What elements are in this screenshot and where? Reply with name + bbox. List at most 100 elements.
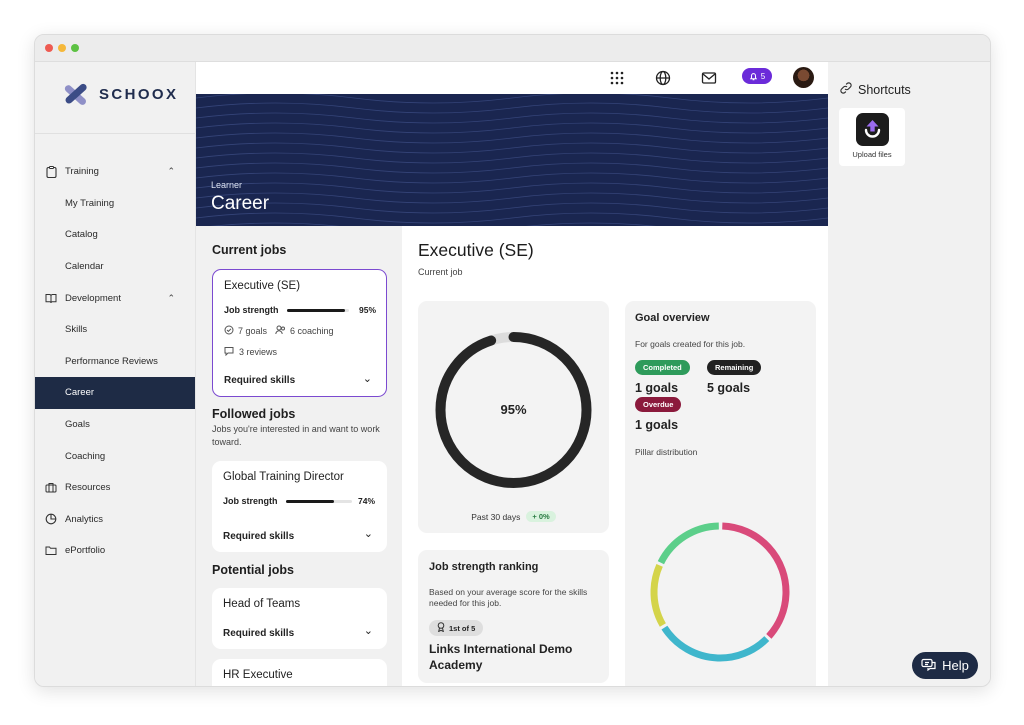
goal-overview-title: Goal overview	[635, 312, 710, 324]
pillar-distribution-donut	[650, 522, 790, 662]
job-strength-percent: 95%	[500, 402, 527, 417]
goal-overview-card: Goal overview For goals created for this…	[625, 301, 816, 686]
top-bar: 5	[196, 62, 828, 94]
sidebar-item-label: Resources	[65, 482, 111, 494]
chevron-down-icon[interactable]: ⌄	[364, 624, 373, 637]
job-detail-title: Executive (SE)	[418, 240, 534, 260]
sidebar-item-catalog[interactable]: Catalog	[35, 219, 195, 251]
help-chat-icon	[921, 658, 937, 674]
jobs-column: Current jobs Executive (SE) Job strength…	[196, 226, 402, 686]
sidebar-item-label: Performance Reviews	[65, 355, 158, 367]
bell-icon	[749, 72, 757, 80]
ranking-description: Based on your average score for the skil…	[429, 587, 588, 608]
sidebar-item-resources[interactable]: Resources	[35, 472, 195, 504]
ranking-position: 1st of 5	[449, 623, 476, 633]
notifications-button[interactable]: 5	[742, 68, 772, 84]
sidebar-item-analytics[interactable]: Analytics	[35, 504, 195, 536]
overdue-badge: Overdue	[635, 397, 682, 412]
ranking-title: Job strength ranking	[429, 561, 539, 573]
award-icon	[437, 622, 445, 634]
sidebar-item-label: Analytics	[65, 513, 104, 525]
job-strength-donut	[435, 332, 592, 488]
mail-icon[interactable]	[701, 70, 717, 86]
brand-logo[interactable]: SCHOOX	[61, 81, 178, 107]
sidebar-item-eportfolio[interactable]: ePortfolio	[35, 535, 195, 567]
sidebar-nav: Training ⌃ My Training Catalog Calendar …	[35, 156, 195, 567]
goals-count: 7 goals	[238, 326, 268, 336]
goal-overview-description: For goals created for this job.	[635, 339, 746, 349]
upload-files-shortcut[interactable]: Upload files	[839, 108, 905, 166]
completed-badge: Completed	[635, 360, 690, 375]
close-window-dot[interactable]	[45, 44, 53, 52]
current-jobs-heading: Current jobs	[212, 243, 287, 257]
sidebar: SCHOOX Training ⌃ My Training Catalog Ca…	[35, 62, 196, 686]
upload-files-label: Upload files	[852, 150, 892, 159]
pie-chart-icon	[45, 513, 57, 525]
ranking-badge: 1st of 5	[429, 620, 484, 636]
job-title: HR Executive	[223, 669, 293, 681]
window-titlebar	[35, 35, 990, 62]
followed-jobs-description: Jobs you're interested in and want to wo…	[212, 424, 380, 447]
sidebar-item-label: Calendar	[65, 261, 104, 273]
sidebar-item-goals[interactable]: Goals	[35, 409, 195, 441]
sidebar-item-career[interactable]: Career	[35, 377, 195, 409]
followed-job-card[interactable]: Global Training Director Job strength 74…	[212, 461, 387, 552]
job-strength-bar	[285, 499, 352, 503]
sidebar-item-label: Development	[65, 292, 121, 304]
sidebar-item-label: Skills	[65, 324, 88, 336]
job-strength-value: 74%	[357, 496, 375, 506]
shortcuts-panel: Shortcuts Upload files	[828, 62, 990, 686]
help-button[interactable]: Help	[912, 652, 978, 679]
upload-icon	[856, 113, 889, 146]
sidebar-item-label: Catalog	[65, 229, 98, 241]
sidebar-item-label: Career	[65, 387, 95, 399]
job-strength-card: 95% Past 30 days + 0%	[418, 301, 609, 533]
completed-goals-count: 1 goals	[635, 381, 679, 395]
chevron-down-icon[interactable]: ⌄	[364, 527, 373, 540]
sidebar-item-coaching[interactable]: Coaching	[35, 440, 195, 472]
required-skills-toggle[interactable]: Required skills	[223, 531, 294, 542]
sidebar-item-performance-reviews[interactable]: Performance Reviews	[35, 346, 195, 378]
apps-grid-icon[interactable]	[609, 70, 625, 86]
followed-jobs-heading: Followed jobs	[212, 407, 296, 421]
job-title: Global Training Director	[223, 471, 344, 483]
minimize-window-dot[interactable]	[58, 44, 66, 52]
shortcuts-title: Shortcuts	[858, 83, 911, 97]
required-skills-toggle[interactable]: Required skills	[223, 628, 294, 639]
shortcuts-header: Shortcuts	[840, 81, 911, 99]
potential-jobs-heading: Potential jobs	[212, 563, 294, 577]
avatar[interactable]	[793, 67, 814, 88]
folder-icon	[45, 545, 57, 557]
help-label: Help	[942, 658, 969, 673]
potential-job-card[interactable]: HR Executive	[212, 659, 387, 686]
job-strength-row: Job strength 95%	[224, 305, 376, 315]
job-strength-label: Job strength	[224, 305, 279, 315]
sidebar-item-skills[interactable]: Skills	[35, 314, 195, 346]
comment-icon	[224, 346, 234, 358]
sidebar-item-calendar[interactable]: Calendar	[35, 251, 195, 283]
job-detail-panel: Executive (SE) Current job 95% Past 30 d…	[402, 226, 828, 686]
content-area: Current jobs Executive (SE) Job strength…	[196, 226, 828, 686]
brand-name: SCHOOX	[99, 85, 179, 103]
maximize-window-dot[interactable]	[71, 44, 79, 52]
sidebar-item-development[interactable]: Development ⌃	[35, 282, 195, 314]
required-skills-toggle[interactable]: Required skills	[224, 375, 295, 386]
current-job-card[interactable]: Executive (SE) Job strength 95% 7 goals …	[212, 269, 387, 397]
globe-icon[interactable]	[655, 70, 671, 86]
job-ranking-card: Job strength ranking Based on your avera…	[418, 550, 609, 683]
pillar-distribution-label: Pillar distribution	[635, 447, 698, 457]
job-title: Executive (SE)	[224, 280, 301, 292]
job-strength-label: Job strength	[223, 496, 278, 506]
page-title: Career	[211, 193, 270, 214]
sidebar-item-training[interactable]: Training ⌃	[35, 156, 195, 188]
sidebar-item-label: My Training	[65, 197, 115, 209]
potential-job-card[interactable]: Head of Teams Required skills ⌄	[212, 588, 387, 649]
strength-change-badge: + 0%	[526, 511, 556, 522]
reviews-count: 3 reviews	[239, 347, 278, 357]
chevron-up-icon: ⌃	[167, 166, 175, 177]
job-strength-value: 95%	[358, 305, 376, 315]
remaining-badge: Remaining	[707, 360, 762, 375]
chevron-down-icon[interactable]: ⌄	[363, 372, 372, 385]
sidebar-item-my-training[interactable]: My Training	[35, 188, 195, 220]
check-circle-icon	[224, 325, 234, 337]
